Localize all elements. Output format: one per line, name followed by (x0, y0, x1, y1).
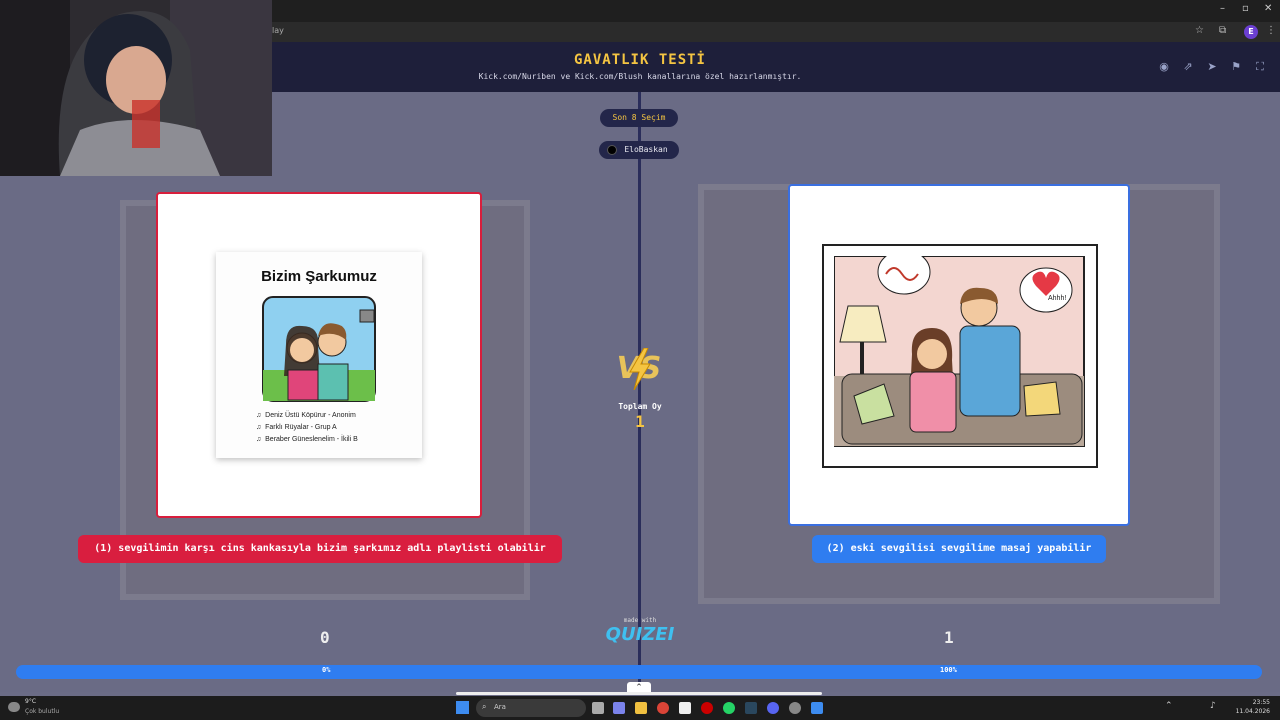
steam-icon[interactable] (745, 702, 757, 714)
made-with-text: made with (623, 617, 657, 624)
minimize-icon[interactable]: – (1220, 3, 1225, 14)
author-name: EloBaskan (624, 145, 668, 154)
playlist-image: Bizim Şarkumuz ♫ Deniz Üstü Köpürur - An… (216, 252, 422, 458)
clock-time[interactable]: 23:55 (1253, 699, 1270, 706)
lightning-icon (629, 348, 651, 390)
flag-icon[interactable]: ⚑ (1229, 60, 1243, 74)
restore-icon[interactable]: ▫ (1242, 3, 1249, 14)
windows-taskbar: 9°C Çok bulutlu ⌕ Ara ⌃ ♪ 23:55 11.04.20… (0, 696, 1280, 720)
volume-icon[interactable]: ♪ (1210, 701, 1216, 711)
track-item: ♫ Beraber Güneslenelim - İkili B (256, 436, 358, 443)
close-icon[interactable]: ✕ (1264, 3, 1272, 14)
clock-date[interactable]: 11.04.2026 (1236, 708, 1270, 715)
settings-gear-icon[interactable] (789, 702, 801, 714)
vote-progress-bar: 0% 100% (16, 665, 1262, 679)
option-card-right[interactable]: Ahhh! (788, 184, 1130, 526)
app-icon[interactable] (811, 702, 823, 714)
bookmark-star-icon[interactable]: ☆ (1195, 25, 1204, 36)
massage-illustration: Ahhh! (834, 256, 1085, 447)
fullscreen-icon[interactable]: ⛶ (1253, 60, 1267, 74)
file-explorer-icon[interactable] (635, 702, 647, 714)
option-label-right[interactable]: (2) eski sevgilisi sevgilime masaj yapab… (812, 535, 1106, 563)
teams-icon[interactable] (613, 702, 625, 714)
cloud-icon (8, 702, 20, 712)
selfie-illustration (262, 296, 376, 402)
playlist-title: Bizim Şarkumuz (261, 268, 377, 285)
track-item: ♫ Deniz Üstü Köpürur - Anonim (256, 412, 356, 419)
quizei-logo[interactable]: QUIZEI (598, 624, 682, 645)
url-text[interactable]: lay (272, 26, 284, 35)
taskbar-search[interactable]: ⌕ Ara (476, 699, 586, 717)
windows-start-icon[interactable] (456, 701, 469, 714)
webcam-overlay (0, 0, 272, 176)
menu-kebab-icon[interactable]: ⋮ (1266, 25, 1276, 36)
webcam-feed (0, 0, 272, 176)
task-view-icon[interactable] (592, 702, 604, 714)
whatsapp-icon[interactable] (723, 702, 735, 714)
external-link-icon[interactable]: ⇗ (1181, 60, 1195, 74)
left-score: 0 (320, 628, 330, 647)
store-icon[interactable] (679, 702, 691, 714)
track-item: ♫ Farklı Rüyalar - Grup A (256, 424, 337, 431)
track-list: ♫ Deniz Üstü Köpürur - Anonim ♫ Farklı R… (256, 410, 358, 446)
speech-text: Ahhh! (1048, 295, 1066, 302)
left-percent: 0% (322, 666, 331, 674)
last-selection-pill[interactable]: Son 8 Seçim (600, 109, 678, 127)
option-label-left[interactable]: (1) sevgilimin karşı cins kankasıyla biz… (78, 535, 562, 563)
massage-image: Ahhh! (822, 244, 1098, 468)
right-score: 1 (944, 628, 954, 647)
extensions-icon[interactable]: ⧉ (1219, 25, 1226, 36)
discord-icon[interactable] (767, 702, 779, 714)
drag-handle[interactable] (456, 692, 822, 695)
option-card-left[interactable]: Bizim Şarkumuz ♫ Deniz Üstü Köpürur - An… (156, 192, 482, 518)
send-icon[interactable]: ➤ (1205, 60, 1219, 74)
right-percent: 100% (940, 666, 957, 674)
profile-avatar[interactable]: E (1244, 25, 1258, 39)
eye-icon[interactable]: ◉ (1157, 60, 1171, 74)
opera-icon[interactable] (701, 702, 713, 714)
chrome-icon[interactable] (657, 702, 669, 714)
weather-temp[interactable]: 9°C (25, 698, 36, 705)
total-votes-value: 1 (635, 412, 645, 431)
tray-chevron-icon[interactable]: ⌃ (1165, 701, 1173, 711)
author-pill[interactable]: EloBaskan (599, 141, 679, 159)
total-votes-label: Toplam Oy (618, 402, 662, 411)
search-placeholder: Ara (494, 703, 506, 711)
search-icon: ⌕ (482, 702, 487, 711)
author-avatar (607, 145, 617, 155)
weather-desc[interactable]: Çok bulutlu (25, 708, 59, 715)
